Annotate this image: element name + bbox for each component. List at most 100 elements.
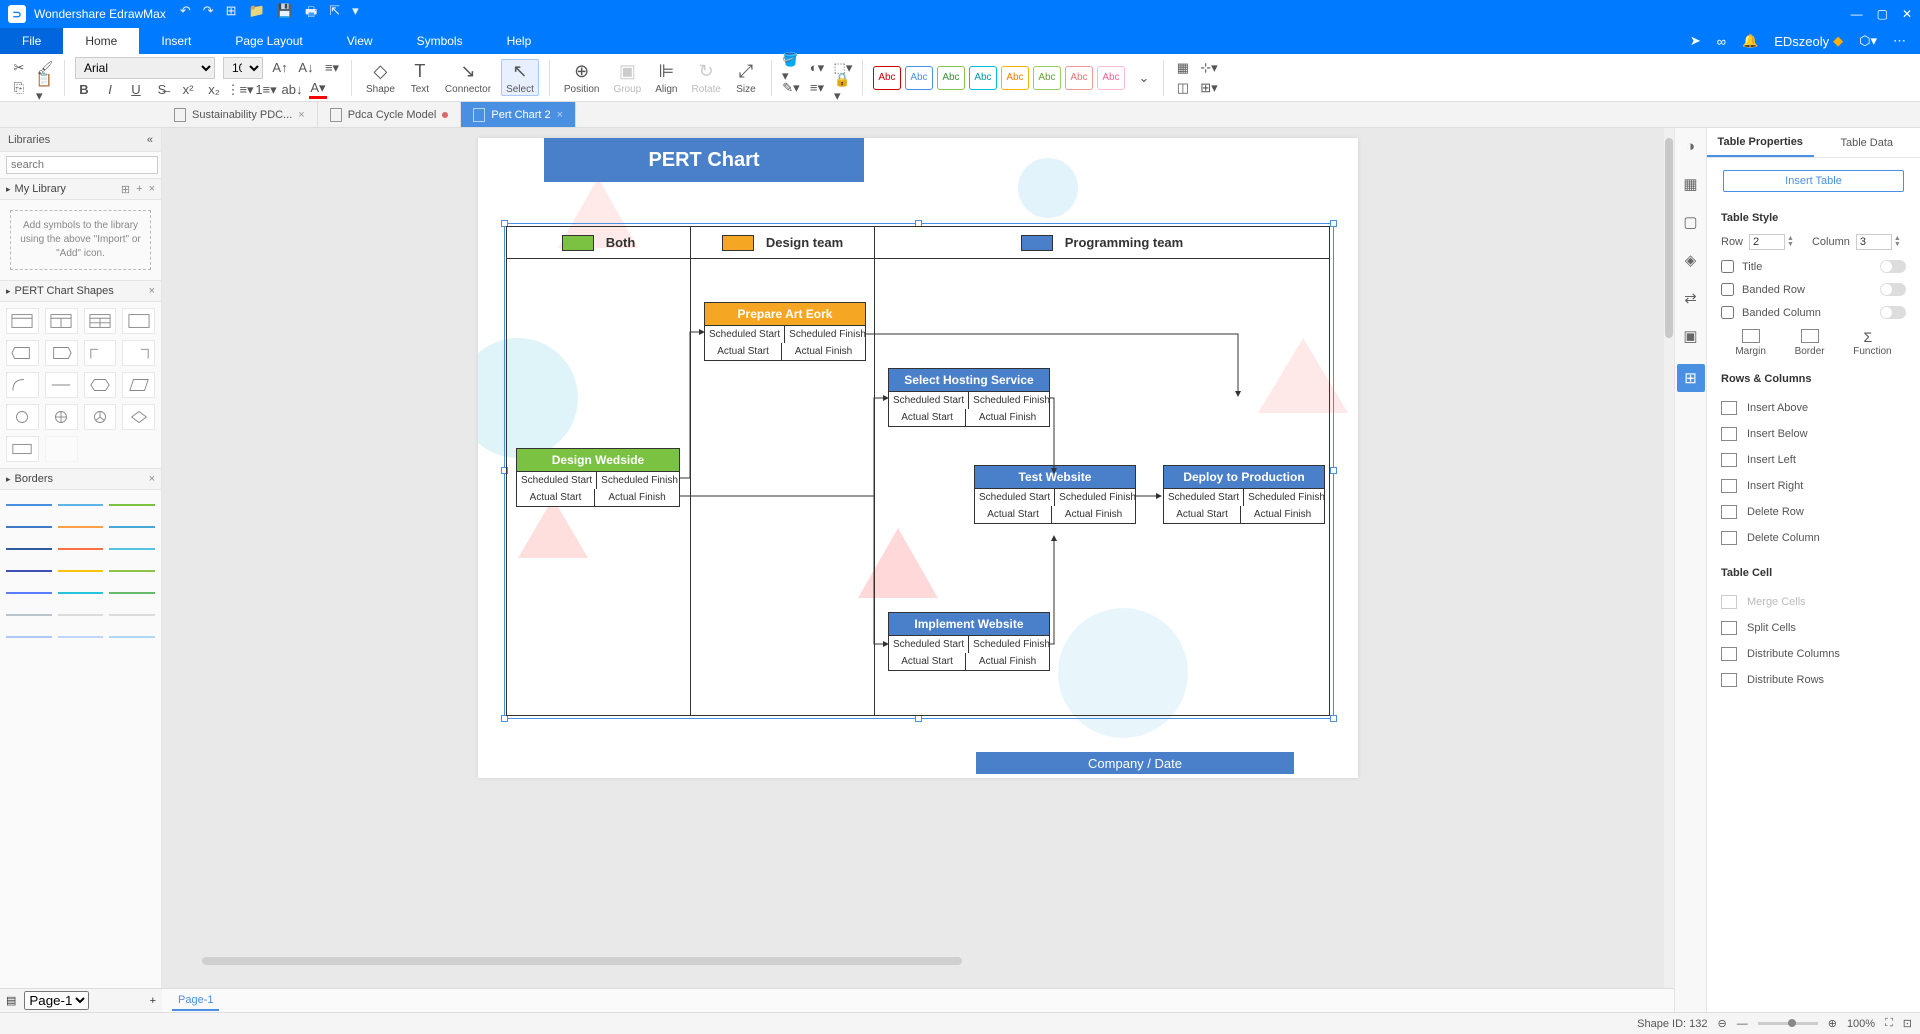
decrease-font-icon[interactable]: A↓	[297, 59, 315, 77]
undo-icon[interactable]: ↶	[180, 3, 191, 25]
tab-pdca[interactable]: Pdca Cycle Model	[318, 102, 462, 127]
border-item[interactable]	[109, 518, 155, 536]
ruler-icon[interactable]: ◫	[1174, 79, 1192, 97]
menu-page-layout[interactable]: Page Layout	[213, 28, 324, 54]
row-input[interactable]: 2	[1749, 234, 1785, 250]
settings-icon[interactable]: ⬡▾	[1859, 33, 1877, 49]
maximize-icon[interactable]: ▢	[1877, 7, 1888, 21]
shape-item[interactable]	[45, 436, 78, 462]
resize-handle[interactable]	[1330, 715, 1337, 722]
import-icon[interactable]: ⊞	[121, 183, 130, 196]
border-item[interactable]	[6, 562, 52, 580]
column-input[interactable]: 3	[1856, 234, 1892, 250]
shape-item[interactable]	[45, 404, 78, 430]
tool-shape[interactable]: ◇Shape	[362, 60, 399, 95]
print-icon[interactable]: 🖶	[305, 3, 317, 25]
close-icon[interactable]: ×	[298, 109, 304, 121]
delete-row-button[interactable]: Delete Row	[1721, 499, 1906, 525]
font-color-icon[interactable]: A▾	[309, 81, 327, 99]
theme-icon[interactable]: ◑	[1681, 136, 1701, 156]
shape-item[interactable]	[6, 340, 39, 366]
underline-icon[interactable]: U	[127, 81, 145, 99]
redo-icon[interactable]: ↷	[203, 3, 214, 25]
shape-item[interactable]	[122, 372, 155, 398]
zoom-reset-icon[interactable]: —	[1737, 1018, 1748, 1030]
bell-icon[interactable]: 🔔	[1742, 33, 1758, 49]
search-input[interactable]	[6, 156, 158, 174]
border-item[interactable]	[58, 584, 104, 602]
merge-cells-button[interactable]: Merge Cells	[1721, 589, 1906, 615]
menu-file[interactable]: File	[0, 28, 63, 54]
snap-icon[interactable]: ⊹▾	[1200, 59, 1218, 77]
strikethrough-icon[interactable]: S̶	[153, 81, 171, 99]
style-pink[interactable]: Abc	[1065, 66, 1093, 90]
font-name-select[interactable]: Arial	[75, 57, 215, 79]
tab-table-properties[interactable]: Table Properties	[1707, 128, 1814, 157]
tool-connector[interactable]: ↘Connector	[441, 60, 495, 95]
style-yellow[interactable]: Abc	[1001, 66, 1029, 90]
zoom-in-icon[interactable]: ⊕	[1828, 1017, 1837, 1030]
shape-item[interactable]	[84, 404, 117, 430]
title-toggle[interactable]	[1880, 260, 1906, 273]
shape-item[interactable]	[122, 308, 155, 334]
border-item[interactable]	[109, 606, 155, 624]
border-item[interactable]	[6, 496, 52, 514]
style-blue[interactable]: Abc	[905, 66, 933, 90]
close-icon[interactable]: ×	[149, 473, 155, 485]
insert-above-button[interactable]: Insert Above	[1721, 395, 1906, 421]
shape-item[interactable]	[6, 372, 39, 398]
border-item[interactable]	[58, 518, 104, 536]
border-item[interactable]	[109, 584, 155, 602]
close-icon[interactable]: ✕	[1902, 7, 1912, 21]
my-library-header[interactable]: ▸My Library⊞+×	[0, 178, 161, 200]
grid-icon[interactable]: ⊞▾	[1200, 79, 1218, 97]
menu-insert[interactable]: Insert	[139, 28, 213, 54]
node-implement[interactable]: Implement Website Scheduled StartSchedul…	[888, 612, 1050, 671]
tool-position[interactable]: ⊕Position	[560, 60, 604, 95]
style-more-icon[interactable]: ⌄	[1135, 69, 1153, 87]
tool-text[interactable]: TText	[405, 60, 435, 95]
node-deploy[interactable]: Deploy to Production Scheduled StartSche…	[1163, 465, 1325, 524]
insert-below-button[interactable]: Insert Below	[1721, 421, 1906, 447]
send-icon[interactable]: ➤	[1690, 33, 1701, 49]
distribute-rows-button[interactable]: Distribute Rows	[1721, 667, 1906, 693]
insert-table-button[interactable]: Insert Table	[1723, 170, 1904, 192]
shape-item[interactable]	[122, 340, 155, 366]
layers2-icon[interactable]: ◈	[1681, 250, 1701, 270]
border-item[interactable]	[6, 584, 52, 602]
tool-group[interactable]: ▣Group	[609, 60, 645, 95]
zoom-slider[interactable]	[1758, 1022, 1818, 1025]
node-hosting[interactable]: Select Hosting Service Scheduled StartSc…	[888, 368, 1050, 427]
style-rose[interactable]: Abc	[1097, 66, 1125, 90]
save-icon[interactable]: 💾	[277, 3, 293, 25]
menu-symbols[interactable]: Symbols	[395, 28, 485, 54]
layers-icon[interactable]: ▦	[1174, 59, 1192, 77]
vertical-scrollbar[interactable]	[1664, 128, 1674, 1012]
shape-item[interactable]	[6, 308, 39, 334]
add-icon[interactable]: +	[136, 183, 142, 196]
distribute-cols-button[interactable]: Distribute Columns	[1721, 641, 1906, 667]
menu-view[interactable]: View	[325, 28, 395, 54]
present-icon[interactable]: ▣	[1681, 326, 1701, 346]
border-item[interactable]	[109, 540, 155, 558]
function-button[interactable]: ΣFunction	[1853, 329, 1891, 357]
border-item[interactable]	[58, 606, 104, 624]
shape-item[interactable]	[122, 404, 155, 430]
border-item[interactable]	[109, 628, 155, 646]
tab-sustainability[interactable]: Sustainability PDC...×	[162, 102, 318, 127]
font-size-select[interactable]: 10	[223, 57, 263, 79]
close-icon[interactable]: ×	[149, 285, 155, 297]
tool-select[interactable]: ↖Select	[501, 59, 539, 96]
border-item[interactable]	[6, 518, 52, 536]
shape-item[interactable]	[6, 436, 39, 462]
border-item[interactable]	[58, 540, 104, 558]
border-item[interactable]	[58, 628, 104, 646]
border-item[interactable]	[109, 496, 155, 514]
zoom-value[interactable]: 100%	[1847, 1018, 1875, 1030]
border-item[interactable]	[109, 562, 155, 580]
borders-header[interactable]: ▸Borders×	[0, 468, 161, 490]
title-checkbox[interactable]	[1721, 260, 1734, 273]
shape-item[interactable]	[45, 372, 78, 398]
text-direction-icon[interactable]: ab↓	[283, 81, 301, 99]
increase-font-icon[interactable]: A↑	[271, 59, 289, 77]
